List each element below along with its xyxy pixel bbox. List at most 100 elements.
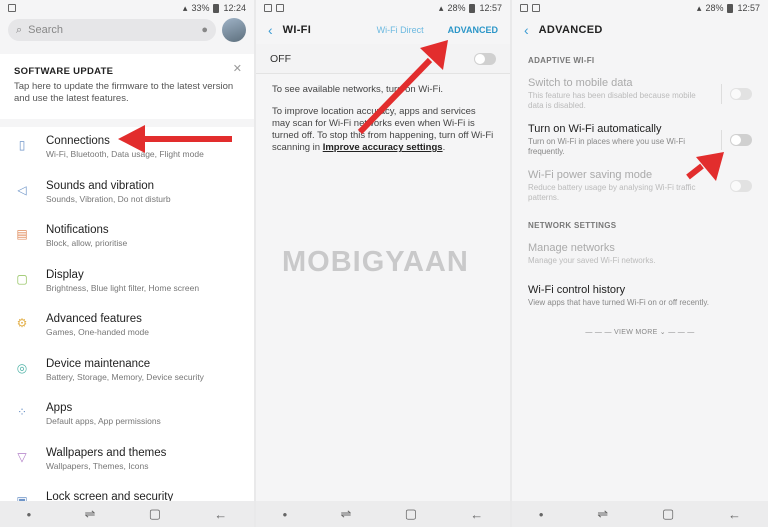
app-bar: ‹ ADVANCED — [512, 16, 768, 44]
notification-icon — [8, 4, 16, 12]
item-title: Sounds and vibration — [46, 179, 155, 192]
item-title: Display — [46, 268, 84, 281]
settings-item-advanced-features[interactable]: ⚙ Advanced features Games, One-handed mod… — [0, 305, 254, 350]
mobile-data-toggle — [730, 88, 752, 100]
wifi-power-saving-item: Wi-Fi power saving mode Reduce battery us… — [512, 163, 768, 209]
status-bar: ▴ 28% 12:57 — [256, 0, 510, 16]
status-bar: ▴ 28% 12:57 — [512, 0, 768, 16]
advanced-button[interactable]: ADVANCED — [448, 25, 498, 35]
section-header: NETWORK SETTINGS — [528, 221, 617, 230]
item-title: Device maintenance — [46, 357, 151, 370]
wifi-control-history-item[interactable]: Wi-Fi control history View apps that have… — [512, 278, 768, 314]
item-subtitle: Manage your saved Wi-Fi networks. — [528, 256, 656, 265]
item-subtitle: Turn on Wi-Fi in places where you use Wi… — [528, 137, 686, 156]
auto-wifi-toggle[interactable] — [730, 134, 752, 146]
wifi-off-info: To see available networks, turn on Wi-Fi… — [256, 74, 510, 164]
connections-icon: ▯ — [18, 138, 26, 152]
item-title: Wi-Fi control history — [528, 284, 626, 296]
notification-icon — [276, 4, 284, 12]
item-title: Switch to mobile data — [528, 77, 633, 89]
item-title: Apps — [46, 402, 73, 414]
section-header: ADAPTIVE WI-FI — [528, 56, 595, 65]
clock: 12:57 — [737, 3, 760, 13]
back-arrow-icon[interactable]: ‹ — [524, 22, 529, 38]
page-title: WI-FI — [282, 24, 312, 36]
home-icon[interactable]: ▢ — [149, 506, 161, 522]
settings-item-device-maintenance[interactable]: ◎ Device maintenance Battery, Storage, Me… — [0, 350, 254, 395]
dot-icon[interactable]: • — [27, 507, 32, 522]
avatar[interactable] — [222, 18, 246, 42]
info-text: To see available networks, turn on Wi-Fi… — [272, 84, 444, 95]
status-bar: ▴ 33% 12:24 — [0, 0, 254, 16]
notifications-icon: ▤ — [16, 227, 28, 241]
item-subtitle: Sounds, Vibration, Do not disturb — [46, 193, 171, 204]
battery-icon — [213, 3, 220, 13]
settings-item-wallpapers[interactable]: ▽ Wallpapers and themes Wallpapers, Theme… — [0, 439, 254, 484]
recents-icon[interactable]: ⇌ — [341, 506, 352, 522]
switch-to-mobile-data-item: Switch to mobile data This feature has be… — [512, 71, 768, 117]
back-icon[interactable]: ← — [728, 507, 741, 522]
item-subtitle: Wi-Fi, Bluetooth, Data usage, Flight mod… — [46, 149, 204, 159]
search-input[interactable]: ⌕ Search ● — [8, 19, 216, 41]
mic-icon[interactable]: ● — [201, 24, 208, 36]
item-subtitle: Default apps, App permissions — [46, 416, 161, 426]
period: . — [442, 142, 446, 153]
back-icon[interactable]: ← — [470, 507, 483, 522]
settings-panel: ▴ 33% 12:24 ⌕ Search ● SOFTWARE UPDATE T… — [0, 0, 254, 527]
wifi-direct-button[interactable]: Wi-Fi Direct — [377, 25, 424, 35]
wallpapers-icon: ▽ — [17, 449, 27, 464]
back-arrow-icon[interactable]: ‹ — [268, 22, 273, 38]
page-title: ADVANCED — [538, 24, 603, 36]
recents-icon[interactable]: ⇌ — [597, 506, 608, 522]
settings-item-sounds[interactable]: ◁ Sounds and vibration Sounds, Vibration,… — [0, 172, 254, 217]
item-title: Notifications — [46, 224, 109, 236]
item-subtitle: View apps that have turned Wi-Fi on or o… — [528, 298, 709, 307]
nav-bar: • ⇌ ▢ ← — [0, 501, 254, 527]
dot-icon[interactable]: • — [539, 507, 544, 522]
battery-icon — [727, 3, 734, 13]
recents-icon[interactable]: ⇌ — [85, 506, 96, 522]
item-title: Advanced features — [46, 313, 142, 325]
sound-icon: ◁ — [17, 182, 27, 197]
apps-icon: ⁘ — [16, 405, 28, 419]
divider — [721, 84, 722, 104]
wifi-master-switch[interactable]: OFF — [256, 44, 510, 74]
update-text: Tap here to update the firmware to the l… — [14, 81, 234, 104]
wifi-toggle[interactable] — [474, 52, 496, 65]
software-update-card[interactable]: SOFTWARE UPDATE Tap here to update the f… — [0, 54, 254, 119]
battery-percent: 28% — [705, 3, 724, 13]
search-bar: ⌕ Search ● — [8, 18, 246, 42]
item-subtitle: Reduce battery usage by analysing Wi-Fi … — [528, 183, 696, 202]
item-subtitle: Block, allow, prioritise — [46, 238, 128, 248]
notification-icon — [264, 4, 272, 12]
watermark: MOBIGYAAN — [282, 246, 469, 278]
settings-item-notifications[interactable]: ▤ Notifications Block, allow, prioritise — [0, 216, 254, 261]
search-placeholder: Search — [28, 24, 64, 36]
advanced-panel: ▴ 28% 12:57 ‹ ADVANCED ADAPTIVE WI-FI Sw… — [512, 0, 768, 527]
manage-networks-item: Manage networks Manage your saved Wi-Fi n… — [512, 236, 768, 272]
settings-item-apps[interactable]: ⁘ Apps Default apps, App permissions — [0, 394, 254, 439]
screenshot-stage: ▴ 33% 12:24 ⌕ Search ● SOFTWARE UPDATE T… — [0, 0, 768, 527]
back-icon[interactable]: ← — [214, 507, 227, 522]
battery-icon — [469, 3, 476, 13]
item-title: Manage networks — [528, 242, 615, 254]
settings-item-connections[interactable]: ▯ Connections Wi-Fi, Bluetooth, Data usag… — [0, 127, 254, 172]
signal-icon: ▴ — [182, 2, 188, 13]
view-more-label: VIEW MORE — [614, 329, 658, 336]
settings-list: ▯ Connections Wi-Fi, Bluetooth, Data usag… — [0, 127, 254, 527]
item-subtitle: This feature has been disabled because m… — [528, 91, 696, 110]
search-icon: ⌕ — [16, 23, 23, 36]
settings-item-display[interactable]: ▢ Display Brightness, Blue light filter, … — [0, 261, 254, 306]
view-more-button[interactable]: — — — VIEW MORE ⌄ — — — — [512, 314, 768, 350]
notification-icon — [532, 4, 540, 12]
nav-bar: • ⇌ ▢ ← — [256, 501, 510, 527]
dot-icon[interactable]: • — [283, 507, 288, 522]
improve-accuracy-link[interactable]: Improve accuracy settings — [323, 142, 443, 153]
turn-on-wifi-automatically-item[interactable]: Turn on Wi-Fi automatically Turn on Wi-Fi… — [512, 117, 768, 163]
item-title: Turn on Wi-Fi automatically — [528, 123, 662, 135]
home-icon[interactable]: ▢ — [405, 506, 417, 522]
battery-percent: 33% — [191, 3, 210, 13]
home-icon[interactable]: ▢ — [662, 506, 674, 522]
battery-percent: 28% — [447, 3, 466, 13]
close-icon[interactable]: ✕ — [233, 62, 242, 75]
